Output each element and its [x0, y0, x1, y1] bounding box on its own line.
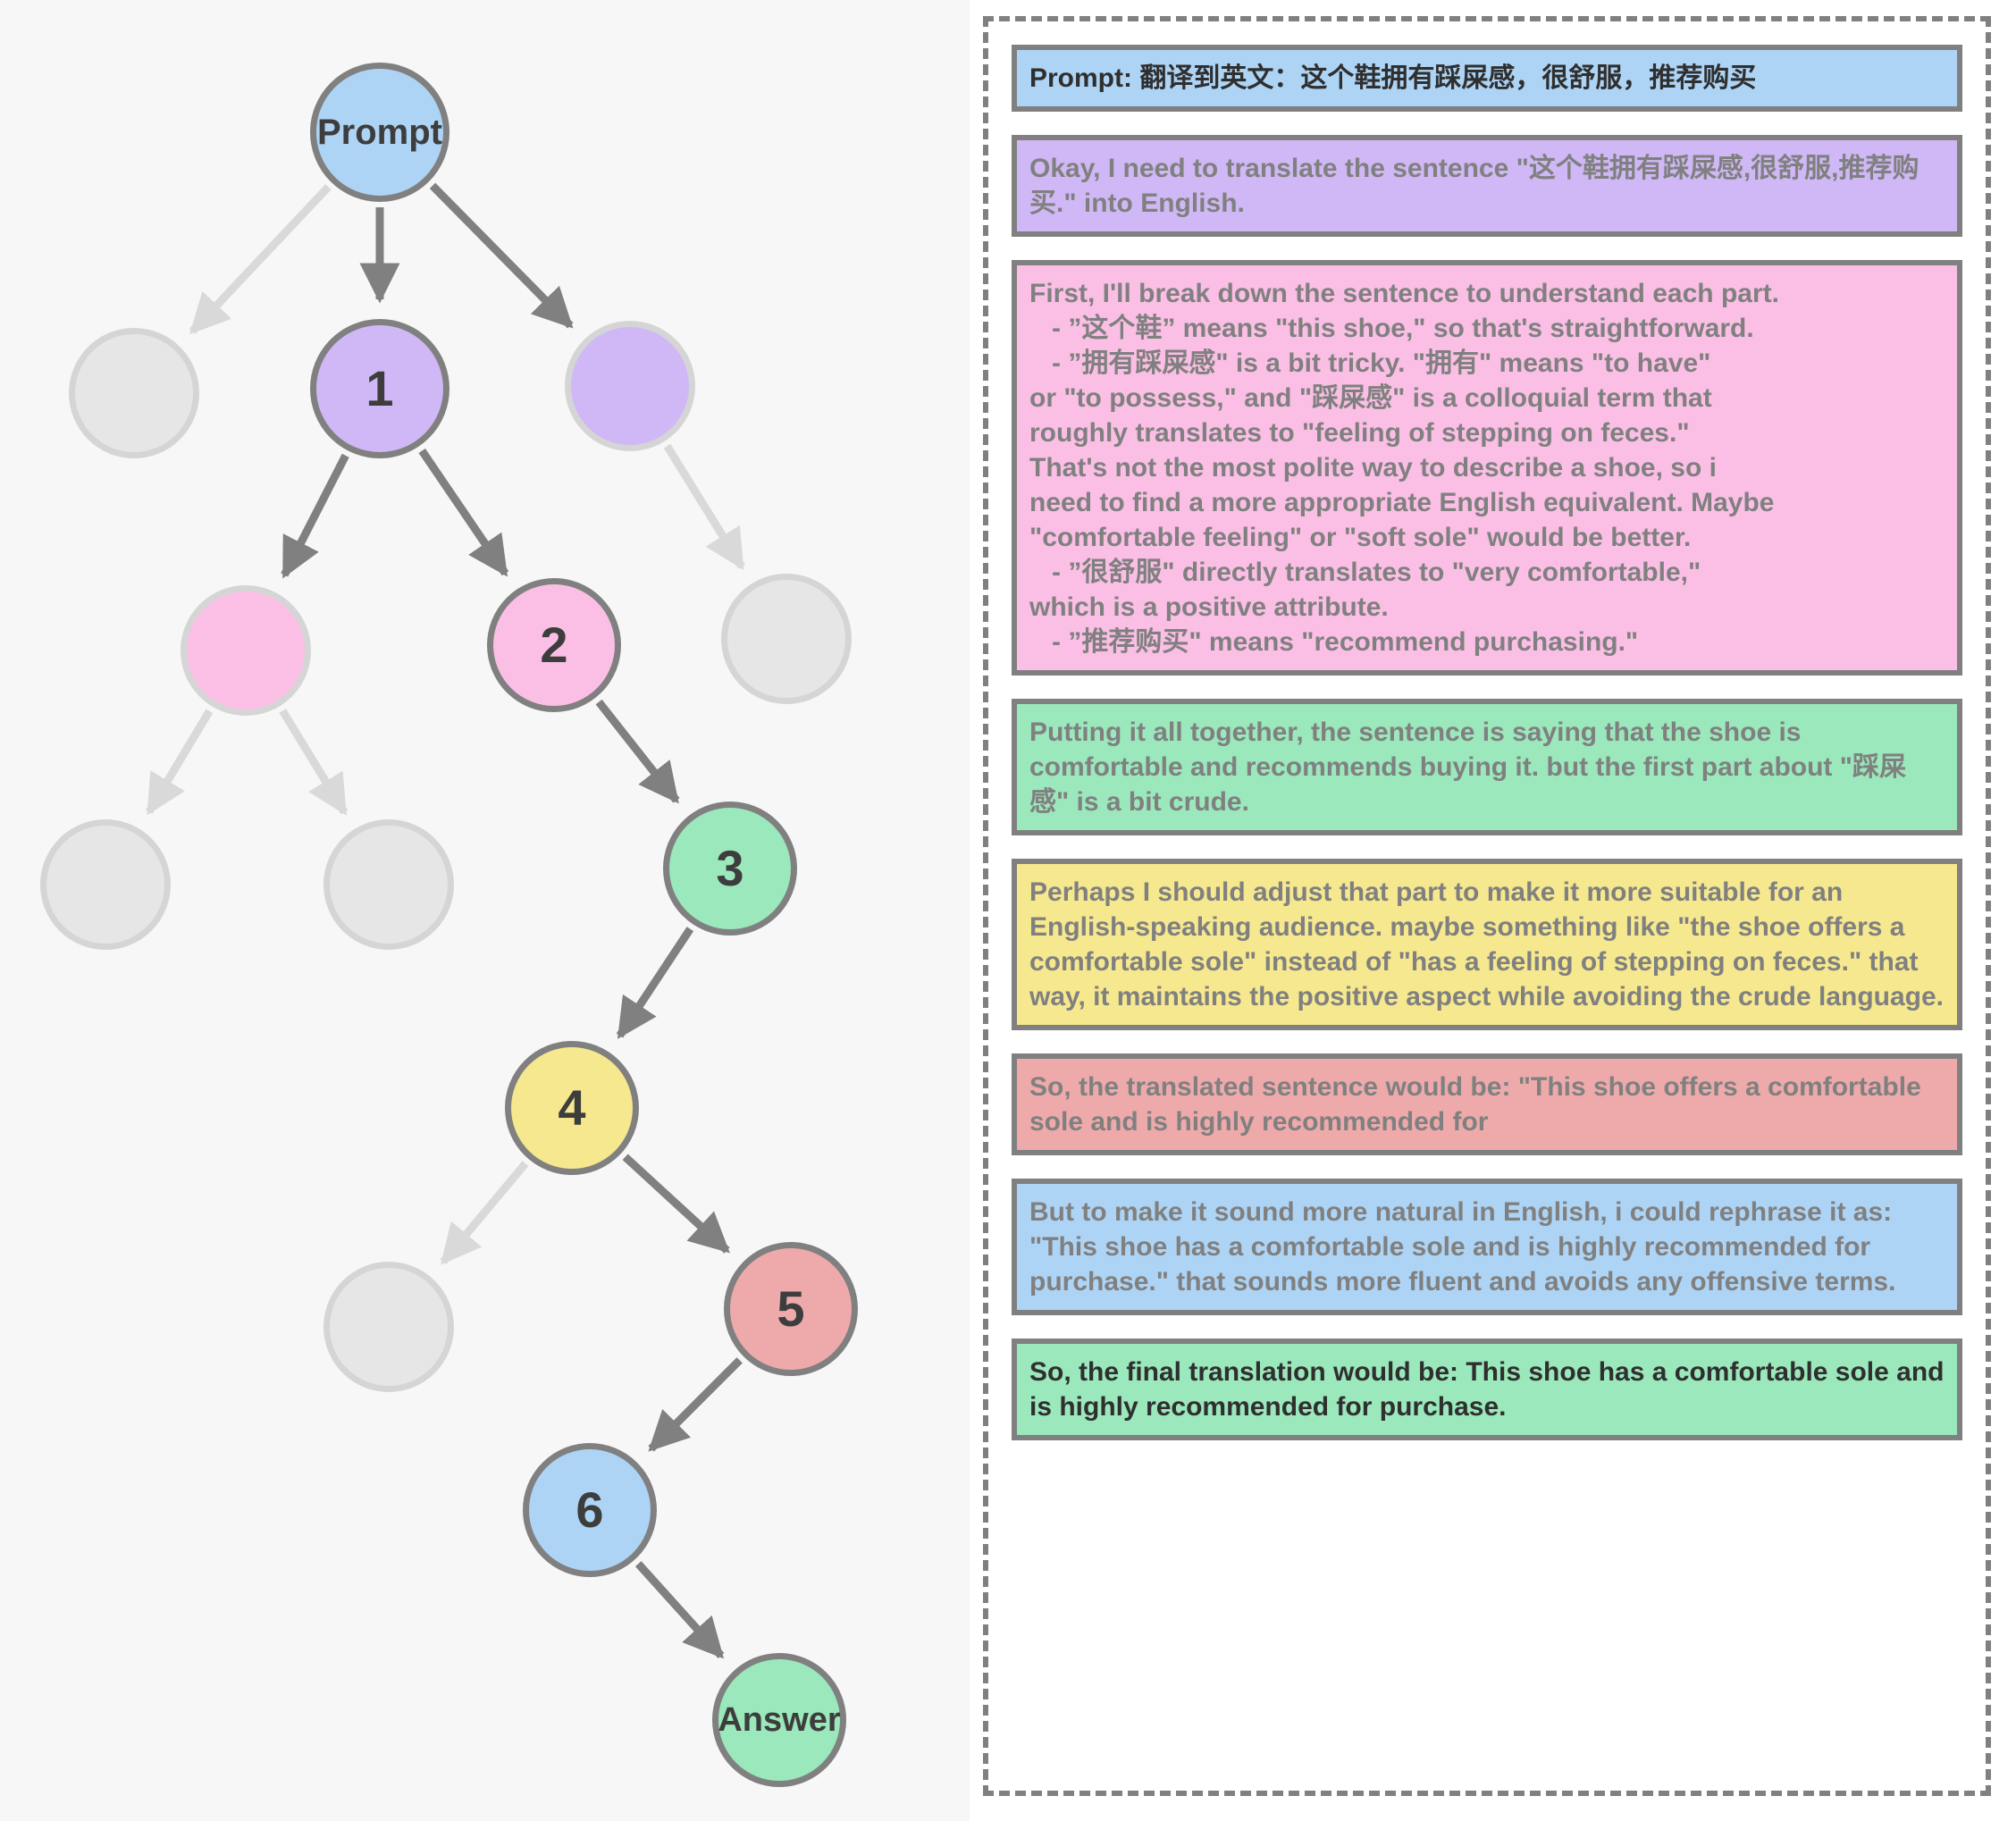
- tree-node-g2[interactable]: [721, 574, 852, 704]
- tree-node-g4[interactable]: [323, 819, 454, 950]
- tree-node-n6[interactable]: 6: [523, 1443, 657, 1577]
- tree-node-n2[interactable]: 2: [487, 578, 621, 712]
- tree-node-label: 3: [716, 840, 744, 896]
- tree-edge-n3-to-n4: [616, 927, 694, 1039]
- tree-node-label: 6: [575, 1481, 604, 1538]
- tree-node-label: 5: [777, 1280, 805, 1337]
- tree-edge-n6-to-answer: [634, 1561, 725, 1659]
- tree-edge-n4-to-g5: [440, 1161, 529, 1265]
- transcript-bubble-step-4: Perhaps I should adjust that part to mak…: [1012, 859, 1962, 1030]
- tree-node-g1[interactable]: [69, 328, 199, 458]
- tree-edge-n5-to-n6: [648, 1357, 743, 1452]
- tree-edge-prompt-to-g1: [189, 184, 332, 335]
- transcript-bubble-step-6: But to make it sound more natural in Eng…: [1012, 1179, 1962, 1315]
- tree-node-g5[interactable]: [323, 1262, 454, 1392]
- final-answer-prefix: So, the final translation would be:: [1029, 1357, 1466, 1387]
- tree-node-prompt[interactable]: Prompt: [310, 63, 449, 202]
- transcript-bubble-prompt: Prompt: 翻译到英文：这个鞋拥有踩屎感，很舒服，推荐购买: [1012, 45, 1962, 112]
- reasoning-transcript-panel: Prompt: 翻译到英文：这个鞋拥有踩屎感，很舒服，推荐购买 Okay, I n…: [983, 16, 1991, 1796]
- tree-node-g3[interactable]: [40, 819, 171, 950]
- transcript-bubble-step-5: So, the translated sentence would be: "T…: [1012, 1053, 1962, 1155]
- transcript-bubble-list: Prompt: 翻译到英文：这个鞋拥有踩屎感，很舒服，推荐购买 Okay, I n…: [1012, 45, 1962, 1767]
- transcript-bubble-step-2: First, I'll break down the sentence to u…: [1012, 260, 1962, 676]
- tree-edge-pk1-to-g4: [279, 709, 349, 816]
- tree-node-pk1[interactable]: [181, 585, 311, 716]
- tree-node-label: 4: [558, 1079, 586, 1136]
- tree-node-n4[interactable]: 4: [505, 1041, 639, 1175]
- tree-edge-prompt-to-p1: [429, 182, 574, 329]
- reasoning-tree-panel: Prompt 1 2 3 4 5 6 Answer: [0, 0, 970, 1821]
- transcript-bubble-step-1: Okay, I need to translate the sentence "…: [1012, 135, 1962, 237]
- transcript-bubble-answer: So, the final translation would be: This…: [1012, 1338, 1962, 1440]
- tree-edge-n2-to-n3: [595, 699, 680, 804]
- tree-node-answer[interactable]: Answer: [712, 1653, 846, 1787]
- tree-node-n3[interactable]: 3: [663, 801, 797, 936]
- tree-edge-p1-to-g2: [663, 443, 745, 571]
- tree-of-thought-figure: Prompt 1 2 3 4 5 6 Answer Prompt: 翻译到英文：这个鞋拥有踩屎…: [0, 0, 2016, 1821]
- tree-node-label: Answer: [718, 1701, 841, 1739]
- tree-edge-n1-to-pk1: [281, 453, 349, 579]
- tree-node-label: 1: [365, 360, 394, 416]
- tree-node-label: Prompt: [317, 113, 442, 152]
- tree-node-p1[interactable]: [565, 321, 695, 451]
- tree-node-label: 2: [540, 617, 568, 673]
- tree-node-n1[interactable]: 1: [310, 319, 449, 458]
- tree-node-n5[interactable]: 5: [724, 1242, 858, 1376]
- transcript-bubble-step-3: Putting it all together, the sentence is…: [1012, 699, 1962, 835]
- tree-edge-n4-to-n5: [622, 1154, 730, 1254]
- tree-edge-n1-to-n2: [418, 448, 509, 577]
- tree-edge-pk1-to-g3: [145, 709, 214, 816]
